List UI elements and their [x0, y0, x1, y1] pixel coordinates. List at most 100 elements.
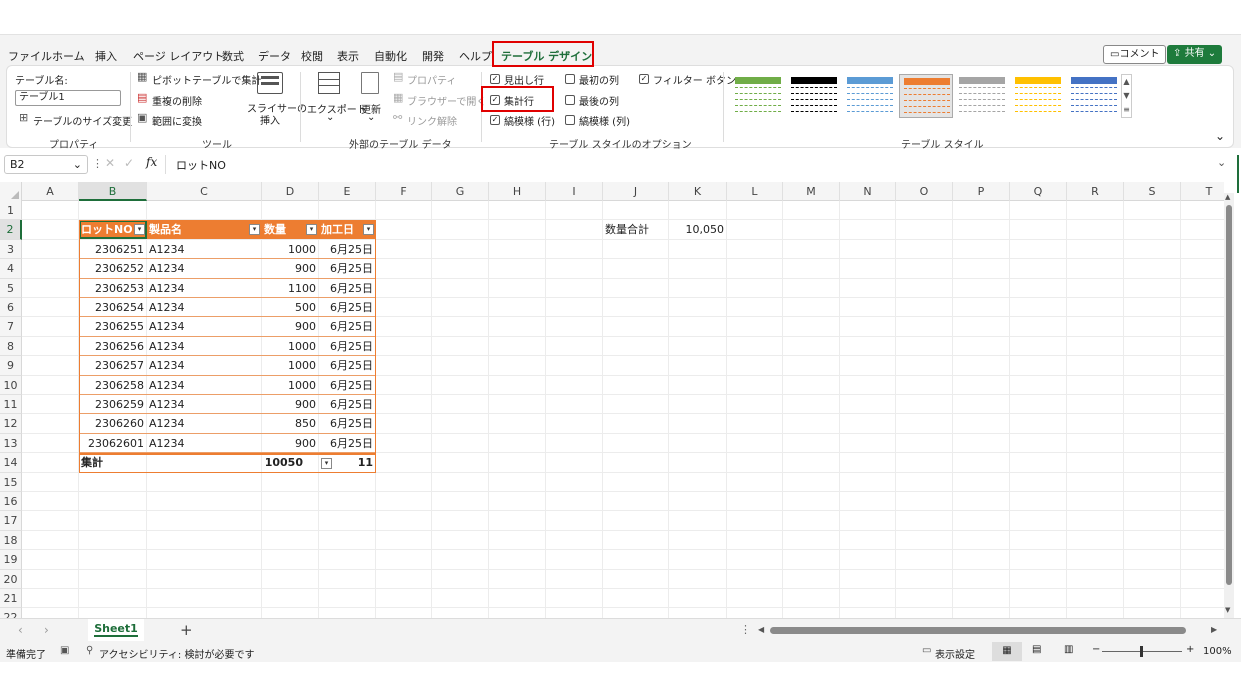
zoom-out-button[interactable]: −: [1092, 644, 1100, 655]
filter-dropdown-icon[interactable]: ▾: [306, 224, 317, 236]
resize-table-button[interactable]: テーブルのサイズ変更: [33, 113, 132, 128]
page-layout-view-icon[interactable]: ▤: [1032, 644, 1041, 655]
select-all-corner[interactable]: [0, 182, 22, 201]
tab-10[interactable]: ヘルプ: [459, 48, 492, 64]
scroll-down-icon[interactable]: ▼: [1225, 606, 1230, 614]
row-header-16[interactable]: 16: [0, 492, 22, 512]
comment-button[interactable]: ▭コメント: [1103, 45, 1167, 64]
row-header-17[interactable]: 17: [0, 511, 22, 531]
share-button[interactable]: ⇪ 共有 ⌄: [1167, 45, 1223, 64]
scroll-right-icon[interactable]: ▶: [1211, 625, 1217, 634]
banded-columns-checkbox[interactable]: [565, 115, 575, 125]
prev-sheet-icon[interactable]: ‹: [18, 623, 23, 637]
collapse-ribbon-icon[interactable]: ⌄: [1215, 129, 1225, 143]
page-break-view-icon[interactable]: ▥: [1064, 644, 1073, 655]
col-header-F[interactable]: F: [376, 182, 432, 201]
tab-8[interactable]: 自動化: [374, 48, 407, 64]
col-header-M[interactable]: M: [783, 182, 840, 201]
table-style-swatch-2[interactable]: [843, 74, 897, 118]
col-header-G[interactable]: G: [432, 182, 489, 201]
gallery-scroll[interactable]: ▲ ▼ ≡: [1121, 74, 1132, 118]
col-header-R[interactable]: R: [1067, 182, 1124, 201]
row-header-21[interactable]: 21: [0, 589, 22, 609]
col-header-T[interactable]: T: [1181, 182, 1224, 201]
tab-6[interactable]: 校閲: [301, 48, 323, 64]
scroll-left-icon[interactable]: ◀: [758, 625, 764, 634]
row-header-8[interactable]: 8: [0, 336, 22, 357]
zoom-slider-handle[interactable]: [1140, 646, 1143, 657]
insert-function-button[interactable]: fx: [146, 155, 157, 169]
horizontal-scroll-thumb[interactable]: [770, 627, 1186, 634]
row-header-3[interactable]: 3: [0, 239, 22, 260]
filter-dropdown-icon[interactable]: ▾: [134, 224, 145, 236]
cancel-icon[interactable]: ✕: [105, 156, 115, 170]
accessibility-status[interactable]: アクセシビリティ: 検討が必要です: [99, 646, 254, 661]
row-header-22[interactable]: 22: [0, 608, 22, 618]
worksheet-grid[interactable]: ABCDEFGHIJKLMNOPQRST 1 2 3 4 5 6 7 8 9 10 11 12 13 14…: [0, 182, 1224, 618]
tab-1[interactable]: ホーム: [52, 48, 85, 64]
tab-3[interactable]: ページ レイアウト: [133, 48, 224, 64]
name-box[interactable]: B2 ⌄: [4, 155, 88, 174]
sheet-tab-sheet1[interactable]: Sheet1: [88, 619, 144, 641]
formula-input[interactable]: ロットNO: [176, 157, 226, 173]
col-header-K[interactable]: K: [669, 182, 727, 201]
col-header-S[interactable]: S: [1124, 182, 1181, 201]
col-header-O[interactable]: O: [896, 182, 953, 201]
external-properties-button[interactable]: プロパティ: [407, 72, 456, 87]
pivot-summary-button[interactable]: ピボットテーブルで集計: [152, 72, 261, 87]
col-header-I[interactable]: I: [546, 182, 603, 201]
row-header-4[interactable]: 4: [0, 259, 22, 279]
tab-2[interactable]: 挿入: [95, 48, 117, 64]
remove-duplicates-button[interactable]: 重複の削除: [152, 93, 202, 108]
last-column-checkbox[interactable]: [565, 95, 575, 105]
unlink-button[interactable]: リンク解除: [407, 113, 457, 128]
table-style-swatch-5[interactable]: [1011, 74, 1065, 118]
col-header-C[interactable]: C: [147, 182, 262, 201]
export-button[interactable]: エクスポート: [307, 101, 367, 116]
display-settings-button[interactable]: 表示設定: [935, 646, 975, 661]
filter-dropdown-icon[interactable]: ▾: [363, 224, 374, 236]
col-header-A[interactable]: A: [22, 182, 79, 201]
col-header-H[interactable]: H: [489, 182, 546, 201]
col-header-P[interactable]: P: [953, 182, 1010, 201]
add-sheet-button[interactable]: +: [180, 621, 193, 639]
tab-4[interactable]: 数式: [222, 48, 244, 64]
expand-formula-icon[interactable]: ⌄: [1217, 156, 1226, 169]
open-in-browser-button[interactable]: ブラウザーで開く: [407, 93, 486, 108]
row-header-18[interactable]: 18: [0, 530, 22, 551]
tab-9[interactable]: 開発: [422, 48, 444, 64]
normal-view-icon[interactable]: ▦: [992, 642, 1022, 661]
filter-button-checkbox[interactable]: ✓: [639, 74, 649, 84]
table-style-swatch-4[interactable]: [955, 74, 1009, 118]
row-header-12[interactable]: 12: [0, 414, 22, 434]
row-header-14[interactable]: 14: [0, 453, 22, 473]
row-header-7[interactable]: 7: [0, 317, 22, 337]
enter-icon[interactable]: ✓: [124, 156, 134, 170]
col-header-N[interactable]: N: [840, 182, 896, 201]
filter-dropdown-icon[interactable]: ▾: [249, 224, 260, 236]
row-header-10[interactable]: 10: [0, 375, 22, 395]
row-header-20[interactable]: 20: [0, 569, 22, 589]
tab-5[interactable]: データ: [258, 48, 291, 64]
table-style-swatch-1[interactable]: [787, 74, 841, 118]
scroll-up-icon[interactable]: ▲: [1225, 193, 1230, 201]
col-header-L[interactable]: L: [727, 182, 783, 201]
table-style-swatch-0[interactable]: [731, 74, 785, 118]
row-header-13[interactable]: 13: [0, 433, 22, 454]
table-style-swatch-3[interactable]: [899, 74, 953, 118]
convert-range-button[interactable]: 範囲に変換: [152, 113, 202, 128]
tab-0[interactable]: ファイル: [8, 48, 52, 64]
next-sheet-icon[interactable]: ›: [44, 623, 49, 637]
col-header-Q[interactable]: Q: [1010, 182, 1067, 201]
vertical-scroll-thumb[interactable]: [1226, 205, 1232, 585]
vertical-scrollbar[interactable]: ▲ ▼: [1224, 193, 1234, 618]
row-header-19[interactable]: 19: [0, 550, 22, 570]
row-header-15[interactable]: 15: [0, 472, 22, 492]
table-name-input[interactable]: テーブル1: [15, 90, 121, 106]
zoom-in-button[interactable]: +: [1186, 644, 1194, 655]
row-header-5[interactable]: 5: [0, 278, 22, 298]
col-header-E[interactable]: E: [319, 182, 376, 201]
row-header-6[interactable]: 6: [0, 298, 22, 318]
first-column-checkbox[interactable]: [565, 74, 575, 84]
col-header-B[interactable]: B: [79, 182, 147, 201]
